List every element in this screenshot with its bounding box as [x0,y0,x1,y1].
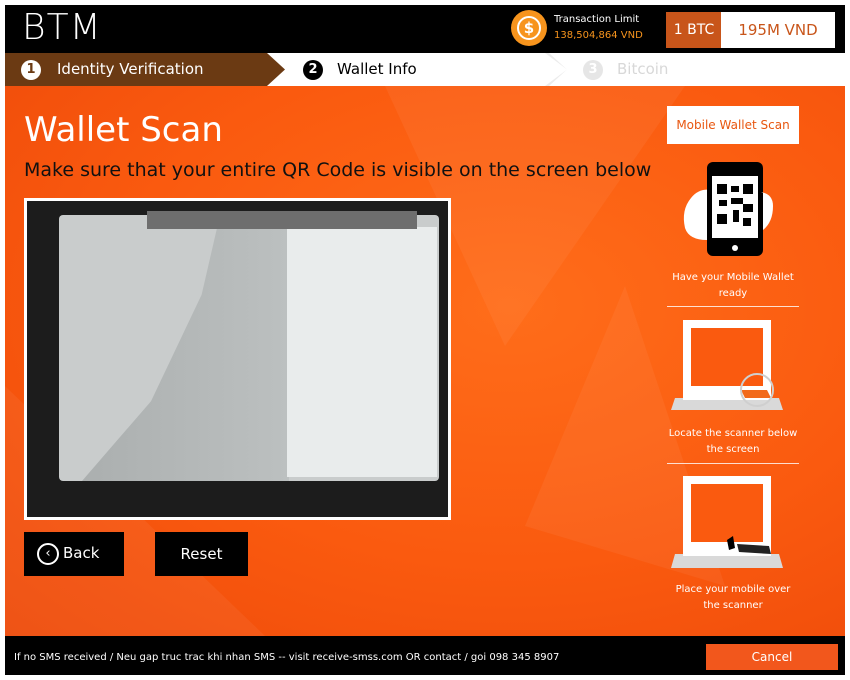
top-bar: BTM $ Transaction Limit 138,504,864 VND … [5,5,845,53]
instruction-divider [667,463,799,464]
rate-btc-label: 1 BTC [666,12,722,48]
step-progress-bar: 1 Identity Verification 2 Wallet Info 3 … [5,53,845,86]
page-title: Wallet Scan [24,110,223,150]
back-button-label: Back [63,544,100,562]
main-panel: Wallet Scan Make sure that your entire Q… [5,86,845,636]
step-identity-verification: 1 Identity Verification [5,53,285,86]
camera-preview [24,198,451,520]
phone-qr-icon [683,162,773,256]
step-chevron [545,53,567,86]
step-label: Identity Verification [57,60,204,78]
back-button[interactable]: ‹ Back [24,532,124,576]
step-bitcoin: Bitcoin [617,60,669,78]
transaction-limit-label: Transaction Limit [554,14,640,25]
camera-feed-edge [147,211,417,229]
support-notice: If no SMS received / Neu gap truc trac k… [14,652,560,663]
atm-screen: BTM $ Transaction Limit 138,504,864 VND … [5,5,845,675]
kiosk-phone-icon [671,476,783,568]
reset-button[interactable]: Reset [155,532,248,576]
instruction-caption: Have your Mobile Wallet ready [672,272,794,299]
step-number-bitcoin: 3 [583,60,603,80]
page-instructions: Make sure that your entire QR Code is vi… [24,159,652,181]
dollar-coin-icon: $ [511,10,547,46]
instruction-caption: Locate the scanner below the screen [668,428,798,455]
circle-chevron-left-icon: ‹ [37,543,59,565]
mobile-wallet-scan-button[interactable]: Mobile Wallet Scan [667,106,799,144]
kiosk-scanner-icon [671,320,783,410]
app-logo: BTM [22,7,102,48]
instruction-caption: Place your mobile over the scanner [675,584,791,611]
footer-bar: If no SMS received / Neu gap truc trac k… [5,636,845,675]
step-wallet-info: Wallet Info [337,60,417,78]
instruction-divider [667,306,799,307]
transaction-limit-value: 138,504,864 VND [554,30,643,41]
camera-feed-highlight [287,227,437,477]
step-number-wallet-info: 2 [303,60,323,80]
step-number: 1 [21,60,41,80]
rate-vnd-value: 195M VND [721,12,835,48]
cancel-button[interactable]: Cancel [706,644,838,670]
